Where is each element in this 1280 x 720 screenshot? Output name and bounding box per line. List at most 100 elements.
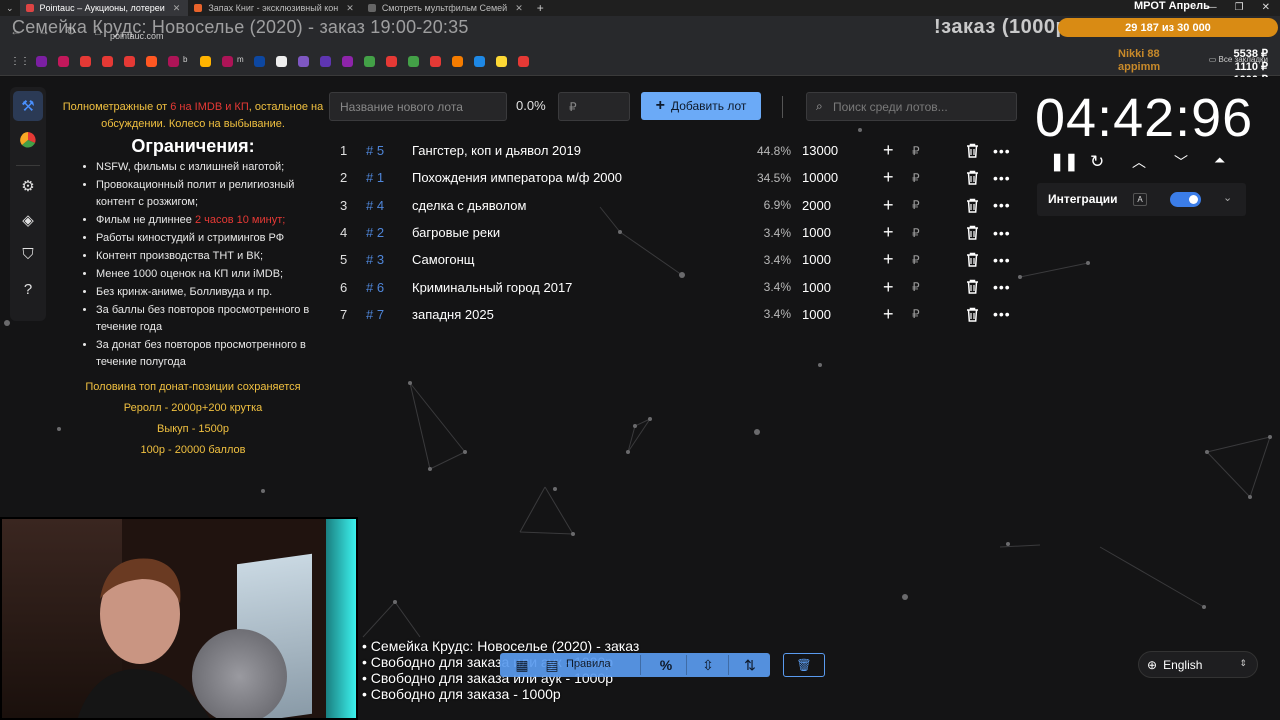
ticker-line: • Семейка Крудс: Новоселье (2020) - зака… — [362, 638, 640, 654]
tab-pointauc[interactable]: Pointauc – Аукционы, лотереи ✕ — [19, 0, 189, 16]
bookmark-icon[interactable] — [124, 56, 135, 67]
chevron-down-icon[interactable]: ﹀ — [1174, 152, 1188, 172]
lot-name-input[interactable]: Название нового лота — [329, 92, 507, 121]
bookmark-icon[interactable] — [452, 56, 463, 67]
more-options-icon[interactable]: ••• — [993, 197, 1011, 213]
lot-name[interactable]: багровые реки — [412, 225, 500, 240]
more-options-icon[interactable]: ••• — [993, 252, 1011, 268]
pause-icon[interactable]: ❚❚ — [1050, 152, 1079, 172]
more-options-icon[interactable]: ••• — [993, 225, 1011, 241]
bookmark-icon[interactable] — [200, 56, 211, 67]
bookmark-icon[interactable] — [102, 56, 113, 67]
bookmark-icon[interactable] — [80, 56, 91, 67]
lot-name[interactable]: западня 2025 — [412, 307, 494, 322]
sidebar-item-security[interactable]: ⛉ — [13, 239, 43, 269]
lot-search-input[interactable]: ⌕ Поиск среди лотов... — [806, 92, 1017, 121]
bookmark-icon[interactable] — [408, 56, 419, 67]
rules-button[interactable]: Правила — [566, 658, 611, 670]
sidebar-item-help[interactable]: ? — [13, 274, 43, 304]
bookmark-label[interactable]: m — [237, 55, 244, 64]
double-chevron-up-icon[interactable]: ⏶ — [1214, 152, 1225, 169]
bookmark-icon[interactable] — [430, 56, 441, 67]
add-amount-icon[interactable]: + — [883, 277, 894, 298]
add-amount-icon[interactable]: + — [883, 195, 894, 216]
add-amount-icon[interactable]: + — [883, 249, 894, 270]
sidebar-item-settings[interactable]: ⚙ — [13, 171, 43, 201]
bookmark-icon[interactable] — [518, 56, 529, 67]
lot-name[interactable]: сделка с дьяволом — [412, 198, 526, 213]
zapakh-favicon-icon — [194, 4, 203, 12]
integrations-panel[interactable]: Интеграции A ⌄ — [1037, 183, 1246, 216]
percent-icon[interactable]: % — [652, 655, 680, 675]
lot-name[interactable]: Гангстер, коп и дьявол 2019 — [412, 143, 581, 158]
lot-name[interactable]: Похождения императора м/ф 2000 — [412, 170, 622, 185]
close-window-icon[interactable]: ✕ — [1262, 2, 1270, 13]
new-tab-icon[interactable]: + — [537, 1, 544, 15]
add-amount-icon[interactable]: + — [883, 222, 894, 243]
trash-icon[interactable] — [966, 198, 979, 213]
apps-grid-icon[interactable]: ⋮⋮ — [10, 56, 30, 67]
language-select[interactable]: ⊕ English ⇕ — [1138, 651, 1258, 678]
import-icon[interactable]: ▤ — [538, 655, 566, 675]
grid-view-icon[interactable]: ▦ — [508, 655, 536, 675]
sort-icon[interactable]: ⇅ — [736, 655, 764, 675]
bookmark-icon[interactable] — [146, 56, 157, 67]
more-options-icon[interactable]: ••• — [993, 170, 1011, 186]
lot-amount[interactable]: 1000 — [802, 252, 831, 267]
trash-icon[interactable] — [966, 279, 979, 295]
sidebar-item-auction[interactable]: ⚒ — [13, 91, 43, 121]
bookmark-icon[interactable] — [254, 56, 265, 67]
add-lot-button[interactable]: + Добавить лот — [641, 92, 761, 120]
trash-icon[interactable] — [966, 252, 979, 267]
bookmark-icon[interactable] — [364, 56, 375, 67]
bookmark-icon[interactable] — [276, 56, 287, 67]
lot-amount[interactable]: 13000 — [802, 143, 838, 158]
restart-icon[interactable]: ↻ — [1090, 152, 1104, 172]
bookmark-icon[interactable] — [496, 56, 507, 67]
bookmark-icon[interactable] — [342, 56, 353, 67]
bookmark-icon[interactable] — [222, 56, 233, 67]
tab-zapakh-knig[interactable]: Запах Книг - эксклюзивный кон ✕ — [188, 0, 361, 16]
bookmark-icon[interactable] — [58, 56, 69, 67]
add-amount-icon[interactable]: + — [883, 167, 894, 188]
bookmark-label[interactable]: b — [183, 55, 187, 64]
lot-amount[interactable]: 2000 — [802, 198, 831, 213]
bookmark-icon[interactable] — [386, 56, 397, 67]
collapse-icon[interactable]: ⇳ — [694, 655, 722, 675]
lot-amount[interactable]: 1000 — [802, 280, 831, 295]
lot-amount-input[interactable]: ₽ — [558, 92, 630, 121]
restore-icon[interactable]: ❐ — [1235, 2, 1244, 13]
restriction-item: За донат без повторов просмотренного в т… — [96, 337, 326, 371]
trash-icon[interactable] — [966, 170, 979, 186]
sidebar-item-layers[interactable]: ◈ — [13, 205, 43, 235]
add-amount-icon[interactable]: + — [883, 140, 894, 161]
chevron-down-icon[interactable]: ⌄ — [1223, 191, 1232, 204]
chevron-up-icon[interactable]: ︿ — [1132, 152, 1146, 172]
trash-icon[interactable] — [966, 307, 979, 322]
rules-footer-line: Реролл - 2000р+200 крутка — [123, 402, 263, 414]
lot-name[interactable]: Криминальный город 2017 — [412, 280, 572, 295]
clear-lots-button[interactable]: 🗑 — [783, 653, 825, 677]
bookmark-icon[interactable] — [298, 56, 309, 67]
trash-icon[interactable] — [966, 225, 979, 240]
bookmark-icon[interactable] — [474, 56, 485, 67]
close-tab-icon[interactable]: ✕ — [173, 3, 181, 14]
trash-icon[interactable] — [966, 143, 979, 158]
bookmark-icon[interactable] — [320, 56, 331, 67]
bookmark-icon[interactable] — [168, 56, 179, 67]
add-amount-icon[interactable]: + — [883, 304, 894, 325]
integrations-toggle[interactable] — [1170, 192, 1201, 207]
lot-amount[interactable]: 10000 — [802, 170, 838, 185]
more-options-icon[interactable]: ••• — [993, 143, 1011, 159]
lot-name[interactable]: Самогонщ — [412, 252, 475, 267]
bookmark-icon[interactable] — [36, 56, 47, 67]
sidebar-item-wheel[interactable] — [13, 125, 43, 155]
close-tab-icon[interactable]: ✕ — [515, 3, 523, 14]
lot-amount[interactable]: 1000 — [802, 307, 831, 322]
lot-amount[interactable]: 1000 — [802, 225, 831, 240]
tab-menu-icon[interactable]: ⌄ — [6, 3, 14, 14]
close-tab-icon[interactable]: ✕ — [346, 3, 354, 14]
tab-cartoon[interactable]: Смотреть мультфильм Семей ✕ — [362, 0, 531, 16]
more-options-icon[interactable]: ••• — [993, 306, 1011, 322]
more-options-icon[interactable]: ••• — [993, 279, 1011, 295]
